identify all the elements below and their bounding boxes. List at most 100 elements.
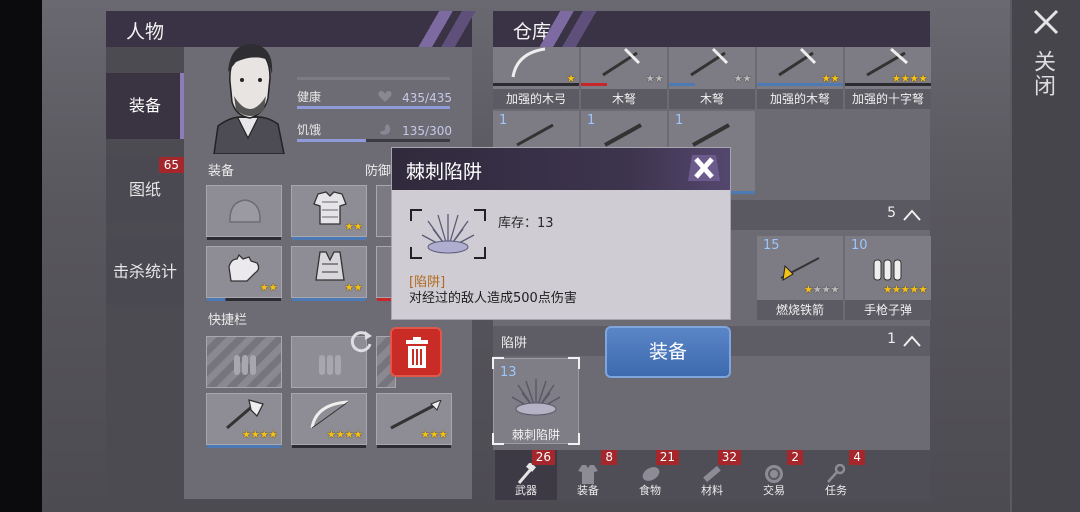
bow-underline [292, 445, 366, 448]
helmet-slot-underline [207, 237, 281, 240]
tab-blueprints[interactable]: 图纸 65 [106, 157, 184, 223]
fire-arrow-icon [780, 257, 820, 281]
tab-food-label: 食物 [639, 484, 661, 497]
tab-trade[interactable]: 2 交易 [743, 450, 805, 500]
spike-trap-icon [511, 379, 561, 416]
weapon-cell-1[interactable]: ★ 加强的木弓 [493, 47, 579, 109]
ammo-1-count: 15 [763, 238, 780, 253]
tab-equipment[interactable]: 装备 [106, 73, 184, 139]
tab-quests-label: 任务 [825, 484, 847, 497]
pistol-bullets-icon [873, 259, 902, 281]
weapon-5-label: 加强的十字弩 [845, 89, 931, 109]
trap-item-cell[interactable]: 13 棘刺陷阱 [492, 357, 580, 445]
popup-close-button[interactable] [686, 151, 722, 185]
body-armor-slot[interactable]: ★★ [291, 185, 367, 240]
tab-materials[interactable]: 32 材料 [681, 450, 743, 500]
weapon-cell-3[interactable]: ★★ 木弩 [669, 47, 755, 109]
health-value: 435/435 [402, 91, 452, 105]
tab-equipment-label: 装备 [128, 96, 161, 115]
weapon-2-stars: ★★ [645, 72, 664, 85]
weapon-cell-2[interactable]: ★★ 木弩 [581, 47, 667, 109]
weapon-2-quality-bar [581, 83, 607, 86]
weapon-1-quality-bar [493, 83, 579, 86]
bow-icon [310, 400, 349, 429]
top-divider [297, 77, 450, 80]
bow-icon [511, 47, 546, 78]
gun-icon [604, 123, 642, 147]
popup-stock: 库存：13 [498, 216, 554, 231]
chevron-up-icon [903, 335, 921, 347]
weapon-7-count: 1 [587, 113, 596, 128]
tab-food[interactable]: 21 食物 [619, 450, 681, 500]
crossbow-icon [602, 47, 641, 77]
tab-quests[interactable]: 4 任务 [805, 450, 867, 500]
weapon-8-count: 1 [675, 113, 684, 128]
ammo-1-label: 燃烧铁箭 [757, 300, 843, 320]
chevron-up-icon [903, 209, 921, 221]
trap-category-count: 1 [887, 331, 896, 347]
close-button[interactable]: 关闭 [1020, 6, 1072, 116]
gloves-slot[interactable]: ★★ [206, 246, 282, 301]
axe-stars: ★★★★ [241, 428, 278, 441]
vest-stars: ★★ [344, 281, 363, 294]
close-icon [1033, 9, 1059, 35]
warehouse-panel-header: 仓库 [493, 11, 930, 47]
bow-slot[interactable]: ★★★★ [291, 393, 367, 448]
hunger-bar-fill [297, 139, 366, 142]
tab-kill-stats-label: 击杀统计 [112, 262, 177, 281]
health-bar-fill [297, 106, 450, 109]
delete-button[interactable] [390, 327, 442, 377]
hunger-bar [297, 139, 450, 142]
close-icon [688, 155, 720, 181]
tab-food-badge: 21 [655, 450, 679, 465]
rifle-icon [692, 123, 730, 147]
trash-icon [406, 337, 428, 368]
heart-icon [378, 91, 392, 102]
left-edge-bar [0, 0, 42, 512]
spear-underline [377, 445, 451, 448]
ammo-cell-1[interactable]: 15 ★★★★ 燃烧铁箭 [757, 236, 843, 320]
health-bar [297, 106, 450, 109]
body-armor-stars: ★★ [344, 220, 363, 233]
ammo-2-label: 手枪子弹 [845, 300, 931, 320]
weapon-4-label: 加强的木弩 [757, 89, 843, 109]
hunger-label: 饥饿 [297, 123, 322, 137]
gloves-icon [228, 253, 260, 282]
vest-icon [315, 251, 345, 281]
tab-weapons[interactable]: 26 武器 [495, 450, 557, 500]
ammo-cell-2[interactable]: 10 ★★★★★ 手枪子弹 [845, 236, 931, 320]
quickbar-label: 快捷栏 [208, 313, 248, 328]
refresh-icon[interactable] [347, 327, 375, 355]
weapon-1-label: 加强的木弓 [493, 89, 579, 109]
trap-category-label: 陷阱 [501, 336, 528, 351]
equip-section-label: 装备 [208, 164, 235, 179]
tab-kill-stats[interactable]: 击杀统计 [106, 239, 184, 305]
stomach-icon [380, 124, 391, 135]
equip-button[interactable]: 装备 [605, 326, 731, 378]
warehouse-bottom-tabs: 26 武器 8 装备 21 食物 32 材料 2 交易 4 任务 [493, 450, 930, 500]
crossbow-icon [516, 123, 554, 147]
axe-underline [207, 445, 281, 448]
header-accent [533, 11, 603, 47]
character-portrait [213, 44, 285, 154]
popup-header: 棘刺陷阱 [392, 148, 730, 190]
vest-slot[interactable]: ★★ [291, 246, 367, 301]
axe-slot[interactable]: ★★★★ [206, 393, 282, 448]
bullets-icon [319, 355, 341, 375]
helmet-slot[interactable] [206, 185, 282, 240]
gloves-stars: ★★ [259, 281, 278, 294]
tab-trade-badge: 2 [787, 450, 803, 465]
weapon-3-quality-bar [669, 83, 695, 86]
weapon-cell-4[interactable]: ★★ 加强的木弩 [757, 47, 843, 109]
tab-trade-label: 交易 [763, 484, 785, 497]
ammo-slot-1[interactable] [206, 336, 282, 388]
vest-underline [292, 298, 366, 301]
ammo-category-count: 5 [887, 205, 896, 221]
header-accent [412, 11, 482, 47]
tab-gear[interactable]: 8 装备 [557, 450, 619, 500]
weapon-cell-5[interactable]: ★★★★ 加强的十字弩 [845, 47, 931, 109]
tab-materials-badge: 32 [717, 450, 741, 465]
character-side-tabs: 装备 图纸 65 击杀统计 [106, 47, 184, 499]
weapon-2-label: 木弩 [581, 89, 667, 109]
spear-slot[interactable]: ★★★ [376, 393, 452, 448]
